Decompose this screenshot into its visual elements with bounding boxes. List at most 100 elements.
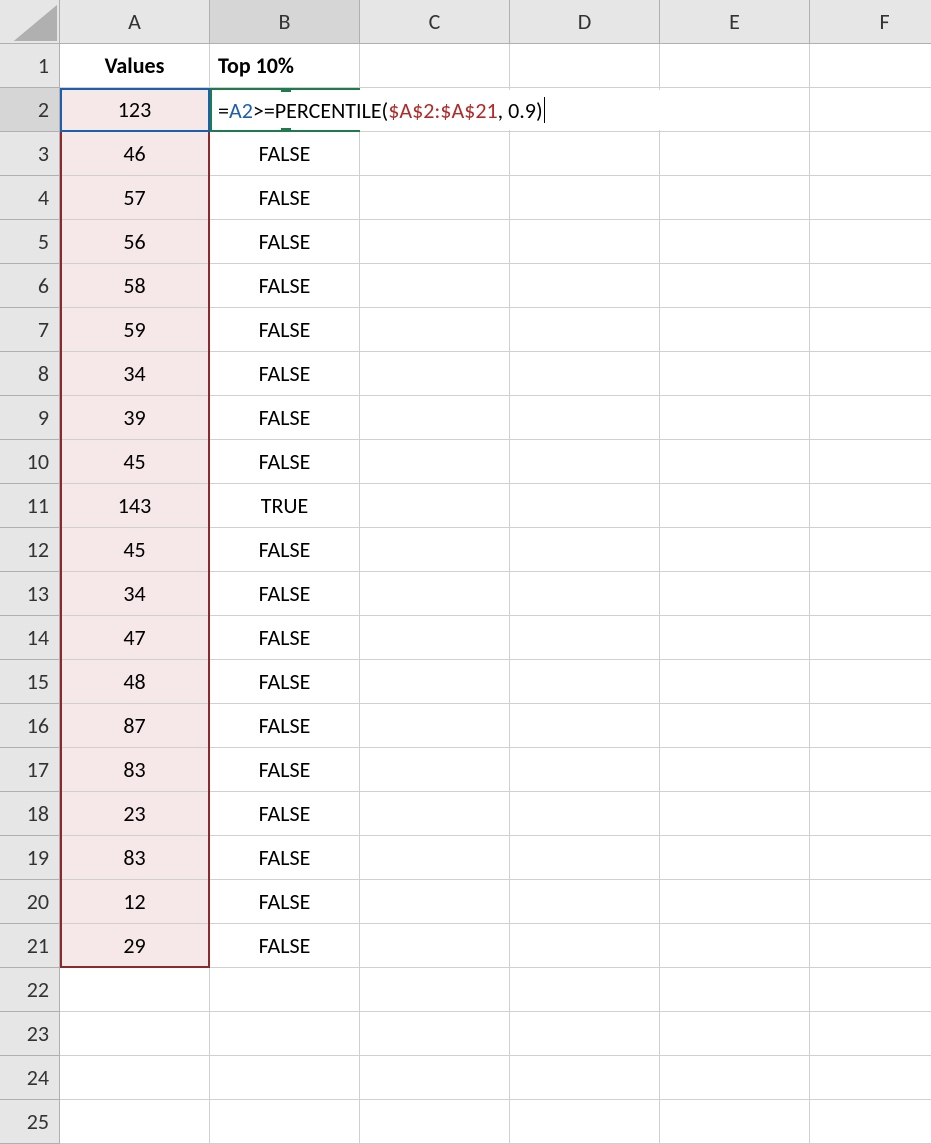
- cell-b21[interactable]: FALSE: [210, 924, 360, 968]
- cell-f2[interactable]: [810, 88, 931, 132]
- cell-f22[interactable]: [810, 968, 931, 1012]
- cell-b16[interactable]: FALSE: [210, 704, 360, 748]
- cell-b22[interactable]: [210, 968, 360, 1012]
- cell-b18[interactable]: FALSE: [210, 792, 360, 836]
- cell-c24[interactable]: [360, 1056, 510, 1100]
- cell-d11[interactable]: [510, 484, 660, 528]
- cell-d1[interactable]: [510, 44, 660, 88]
- cell-e18[interactable]: [660, 792, 810, 836]
- row-header-7[interactable]: 7: [0, 308, 60, 352]
- cell-b7[interactable]: FALSE: [210, 308, 360, 352]
- row-header-17[interactable]: 17: [0, 748, 60, 792]
- cell-e5[interactable]: [660, 220, 810, 264]
- cell-f4[interactable]: [810, 176, 931, 220]
- cell-c14[interactable]: [360, 616, 510, 660]
- cell-c4[interactable]: [360, 176, 510, 220]
- cell-f9[interactable]: [810, 396, 931, 440]
- cell-e10[interactable]: [660, 440, 810, 484]
- cell-a23[interactable]: [60, 1012, 210, 1056]
- cell-d4[interactable]: [510, 176, 660, 220]
- column-header-d[interactable]: D: [510, 0, 660, 44]
- row-header-2[interactable]: 2: [0, 88, 60, 132]
- cell-d8[interactable]: [510, 352, 660, 396]
- cell-e21[interactable]: [660, 924, 810, 968]
- cell-c15[interactable]: [360, 660, 510, 704]
- cell-c22[interactable]: [360, 968, 510, 1012]
- cell-b9[interactable]: FALSE: [210, 396, 360, 440]
- cell-e1[interactable]: [660, 44, 810, 88]
- cell-f21[interactable]: [810, 924, 931, 968]
- cell-d7[interactable]: [510, 308, 660, 352]
- cell-d14[interactable]: [510, 616, 660, 660]
- cell-c11[interactable]: [360, 484, 510, 528]
- cell-a16[interactable]: 87: [60, 704, 210, 748]
- cell-f12[interactable]: [810, 528, 931, 572]
- cell-e9[interactable]: [660, 396, 810, 440]
- cell-d3[interactable]: [510, 132, 660, 176]
- cell-a4[interactable]: 57: [60, 176, 210, 220]
- cell-e6[interactable]: [660, 264, 810, 308]
- cell-a5[interactable]: 56: [60, 220, 210, 264]
- cell-e2[interactable]: [660, 88, 810, 132]
- cell-a11[interactable]: 143: [60, 484, 210, 528]
- cell-d25[interactable]: [510, 1100, 660, 1144]
- cell-b12[interactable]: FALSE: [210, 528, 360, 572]
- cell-f7[interactable]: [810, 308, 931, 352]
- row-header-22[interactable]: 22: [0, 968, 60, 1012]
- cell-f20[interactable]: [810, 880, 931, 924]
- cell-b4[interactable]: FALSE: [210, 176, 360, 220]
- cell-c7[interactable]: [360, 308, 510, 352]
- row-header-5[interactable]: 5: [0, 220, 60, 264]
- cell-a1[interactable]: Values: [60, 44, 210, 88]
- cell-b25[interactable]: [210, 1100, 360, 1144]
- row-header-16[interactable]: 16: [0, 704, 60, 748]
- row-header-21[interactable]: 21: [0, 924, 60, 968]
- cell-b3[interactable]: FALSE: [210, 132, 360, 176]
- cell-c9[interactable]: [360, 396, 510, 440]
- row-header-13[interactable]: 13: [0, 572, 60, 616]
- cell-a20[interactable]: 12: [60, 880, 210, 924]
- cell-e7[interactable]: [660, 308, 810, 352]
- cell-a24[interactable]: [60, 1056, 210, 1100]
- cell-e8[interactable]: [660, 352, 810, 396]
- column-header-b[interactable]: B: [210, 0, 360, 44]
- cell-a19[interactable]: 83: [60, 836, 210, 880]
- cell-c1[interactable]: [360, 44, 510, 88]
- cell-b8[interactable]: FALSE: [210, 352, 360, 396]
- cell-c25[interactable]: [360, 1100, 510, 1144]
- row-header-12[interactable]: 12: [0, 528, 60, 572]
- row-header-20[interactable]: 20: [0, 880, 60, 924]
- cell-f16[interactable]: [810, 704, 931, 748]
- cell-a2[interactable]: 123: [60, 88, 210, 132]
- cell-c6[interactable]: [360, 264, 510, 308]
- row-header-11[interactable]: 11: [0, 484, 60, 528]
- cell-e14[interactable]: [660, 616, 810, 660]
- cell-b1[interactable]: Top 10%: [210, 44, 360, 88]
- cell-c20[interactable]: [360, 880, 510, 924]
- cell-e24[interactable]: [660, 1056, 810, 1100]
- cell-f5[interactable]: [810, 220, 931, 264]
- row-header-3[interactable]: 3: [0, 132, 60, 176]
- cell-a6[interactable]: 58: [60, 264, 210, 308]
- cell-d10[interactable]: [510, 440, 660, 484]
- cell-f10[interactable]: [810, 440, 931, 484]
- column-header-f[interactable]: F: [810, 0, 931, 44]
- cell-f6[interactable]: [810, 264, 931, 308]
- cell-f18[interactable]: [810, 792, 931, 836]
- cell-e19[interactable]: [660, 836, 810, 880]
- cell-b10[interactable]: FALSE: [210, 440, 360, 484]
- cell-e15[interactable]: [660, 660, 810, 704]
- cell-f25[interactable]: [810, 1100, 931, 1144]
- cell-d20[interactable]: [510, 880, 660, 924]
- column-header-a[interactable]: A: [60, 0, 210, 44]
- cell-a15[interactable]: 48: [60, 660, 210, 704]
- cell-e22[interactable]: [660, 968, 810, 1012]
- cell-a13[interactable]: 34: [60, 572, 210, 616]
- cell-b17[interactable]: FALSE: [210, 748, 360, 792]
- cell-b5[interactable]: FALSE: [210, 220, 360, 264]
- cell-f14[interactable]: [810, 616, 931, 660]
- cell-f23[interactable]: [810, 1012, 931, 1056]
- cell-b19[interactable]: FALSE: [210, 836, 360, 880]
- cell-e13[interactable]: [660, 572, 810, 616]
- cell-d16[interactable]: [510, 704, 660, 748]
